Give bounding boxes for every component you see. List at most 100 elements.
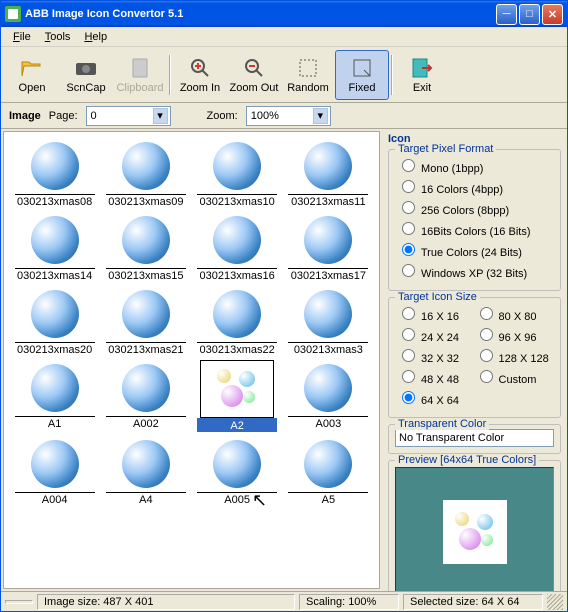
- status-scaling: Scaling: 100%: [299, 594, 399, 610]
- app-window: ABB Image Icon Convertor 5.1 ─ □ ✕ File …: [0, 0, 568, 612]
- thumbnail-item[interactable]: A003: [284, 360, 373, 432]
- thumbnail-item[interactable]: A004: [10, 436, 99, 506]
- thumbnail-image: [203, 140, 271, 192]
- thumbnail-caption: 030213xmas20: [15, 342, 95, 356]
- thumbnail-item[interactable]: A005: [193, 436, 282, 506]
- thumbnail-item[interactable]: 030213xmas16: [193, 212, 282, 282]
- page-combo[interactable]: 0 ▾: [86, 106, 171, 126]
- thumbnail-caption: 030213xmas15: [106, 268, 186, 282]
- thumbnail-caption: A003: [288, 416, 368, 430]
- icon-size-group: Target Icon Size 16 X 16 24 X 24 32 X 32…: [388, 297, 561, 418]
- page-label: Page:: [49, 110, 78, 122]
- thumbnail-image: [294, 362, 362, 414]
- statusbar: Image size: 487 X 401 Scaling: 100% Sele…: [1, 591, 567, 611]
- menubar: File Tools Help: [1, 27, 567, 47]
- thumbnail-item[interactable]: 030213xmas21: [101, 286, 190, 356]
- icon-size-option[interactable]: 64 X 64: [397, 388, 475, 409]
- thumbnail-caption: A1: [15, 416, 95, 430]
- toolbar-separator: [169, 55, 171, 95]
- menu-help[interactable]: Help: [78, 29, 113, 45]
- exit-icon: [410, 56, 434, 80]
- exit-button[interactable]: Exit: [395, 50, 449, 100]
- thumbnail-item[interactable]: 030213xmas22: [193, 286, 282, 356]
- icon-size-option[interactable]: 32 X 32: [397, 346, 475, 367]
- pixel-format-option[interactable]: 256 Colors (8bpp): [397, 198, 552, 219]
- thumbnail-image: [294, 438, 362, 490]
- pixel-format-option[interactable]: 16Bits Colors (16 Bits): [397, 219, 552, 240]
- camera-icon: [74, 56, 98, 80]
- thumbnail-caption: 030213xmas08: [15, 194, 95, 208]
- thumbnail-image: [21, 362, 89, 414]
- preview-group: Preview [64x64 True Colors] 💾 Save to Ic…: [388, 460, 561, 591]
- fixed-button[interactable]: Fixed: [335, 50, 389, 100]
- icon-size-option[interactable]: 48 X 48: [397, 367, 475, 388]
- close-button[interactable]: ✕: [542, 4, 563, 25]
- icon-size-option[interactable]: 16 X 16: [397, 304, 475, 325]
- transparent-color-input[interactable]: [395, 429, 554, 447]
- thumbnail-image: [112, 214, 180, 266]
- thumbnail-item[interactable]: 030213xmas08: [10, 138, 99, 208]
- thumbnail-image: [21, 140, 89, 192]
- icon-size-option[interactable]: 24 X 24: [397, 325, 475, 346]
- thumbnail-item[interactable]: A5: [284, 436, 373, 506]
- thumbnail-image: [21, 438, 89, 490]
- icon-size-option[interactable]: Custom: [475, 367, 553, 388]
- thumbnail-image: [294, 214, 362, 266]
- thumbnail-item[interactable]: A4: [101, 436, 190, 506]
- thumbnail-item[interactable]: 030213xmas10: [193, 138, 282, 208]
- scncap-button[interactable]: ScnCap: [59, 50, 113, 100]
- thumbnail-item[interactable]: 030213xmas17: [284, 212, 373, 282]
- open-button[interactable]: Open: [5, 50, 59, 100]
- thumbnail-item[interactable]: 030213xmas11: [284, 138, 373, 208]
- thumbnail-item[interactable]: 030213xmas3: [284, 286, 373, 356]
- status-selected-size: Selected size: 64 X 64: [403, 594, 543, 610]
- sub-toolbar: Image Page: 0 ▾ Zoom: 100% ▾: [1, 103, 567, 129]
- titlebar[interactable]: ABB Image Icon Convertor 5.1 ─ □ ✕: [1, 1, 567, 27]
- thumbnail-item[interactable]: 030213xmas20: [10, 286, 99, 356]
- zoom-combo[interactable]: 100% ▾: [246, 106, 331, 126]
- app-icon: [5, 6, 21, 22]
- pixel-format-option[interactable]: Windows XP (32 Bits): [397, 261, 552, 282]
- thumbnail-item[interactable]: A1: [10, 360, 99, 432]
- thumbnail-caption: 030213xmas09: [106, 194, 186, 208]
- random-button[interactable]: Random: [281, 50, 335, 100]
- pixel-format-option[interactable]: 16 Colors (4bpp): [397, 177, 552, 198]
- thumbnail-item[interactable]: A2: [193, 360, 282, 432]
- pixel-format-option[interactable]: True Colors (24 Bits): [397, 240, 552, 261]
- maximize-button[interactable]: □: [519, 4, 540, 25]
- icon-size-option[interactable]: 128 X 128: [475, 346, 553, 367]
- thumbnail-image: [112, 362, 180, 414]
- chevron-down-icon: ▾: [153, 108, 168, 124]
- minimize-button[interactable]: ─: [496, 4, 517, 25]
- zoom-in-icon: [188, 56, 212, 80]
- preview-icon: [443, 500, 507, 564]
- zoom-label: Zoom:: [207, 110, 238, 122]
- menu-tools[interactable]: Tools: [39, 29, 77, 45]
- resize-grip[interactable]: [547, 594, 563, 610]
- thumbnail-item[interactable]: 030213xmas14: [10, 212, 99, 282]
- icon-size-option[interactable]: 96 X 96: [475, 325, 553, 346]
- toolbar-separator: [391, 55, 393, 95]
- status-image-size: Image size: 487 X 401: [37, 594, 295, 610]
- icon-panel: Icon Target Pixel Format Mono (1bpp) 16 …: [382, 129, 567, 591]
- thumbnail-caption: 030213xmas16: [197, 268, 277, 282]
- thumbnail-caption: 030213xmas14: [15, 268, 95, 282]
- random-crop-icon: [296, 56, 320, 80]
- transparent-color-group: Transparent Color: [388, 424, 561, 454]
- thumbnail-caption: A002: [106, 416, 186, 430]
- zoomin-button[interactable]: Zoom In: [173, 50, 227, 100]
- thumbnail-item[interactable]: 030213xmas15: [101, 212, 190, 282]
- zoomout-button[interactable]: Zoom Out: [227, 50, 281, 100]
- thumbnail-caption: A004: [15, 492, 95, 506]
- thumbnail-item[interactable]: 030213xmas09: [101, 138, 190, 208]
- thumbnail-item[interactable]: A002: [101, 360, 190, 432]
- icon-size-option[interactable]: 80 X 80: [475, 304, 553, 325]
- thumbnail-image: [21, 214, 89, 266]
- menu-file[interactable]: File: [7, 29, 37, 45]
- pixel-format-option[interactable]: Mono (1bpp): [397, 156, 552, 177]
- thumbnail-pane[interactable]: 030213xmas08030213xmas09030213xmas100302…: [3, 131, 380, 589]
- thumbnail-image: [203, 214, 271, 266]
- thumbnail-image: [294, 140, 362, 192]
- thumbnail-image: [21, 288, 89, 340]
- thumbnail-image: [203, 288, 271, 340]
